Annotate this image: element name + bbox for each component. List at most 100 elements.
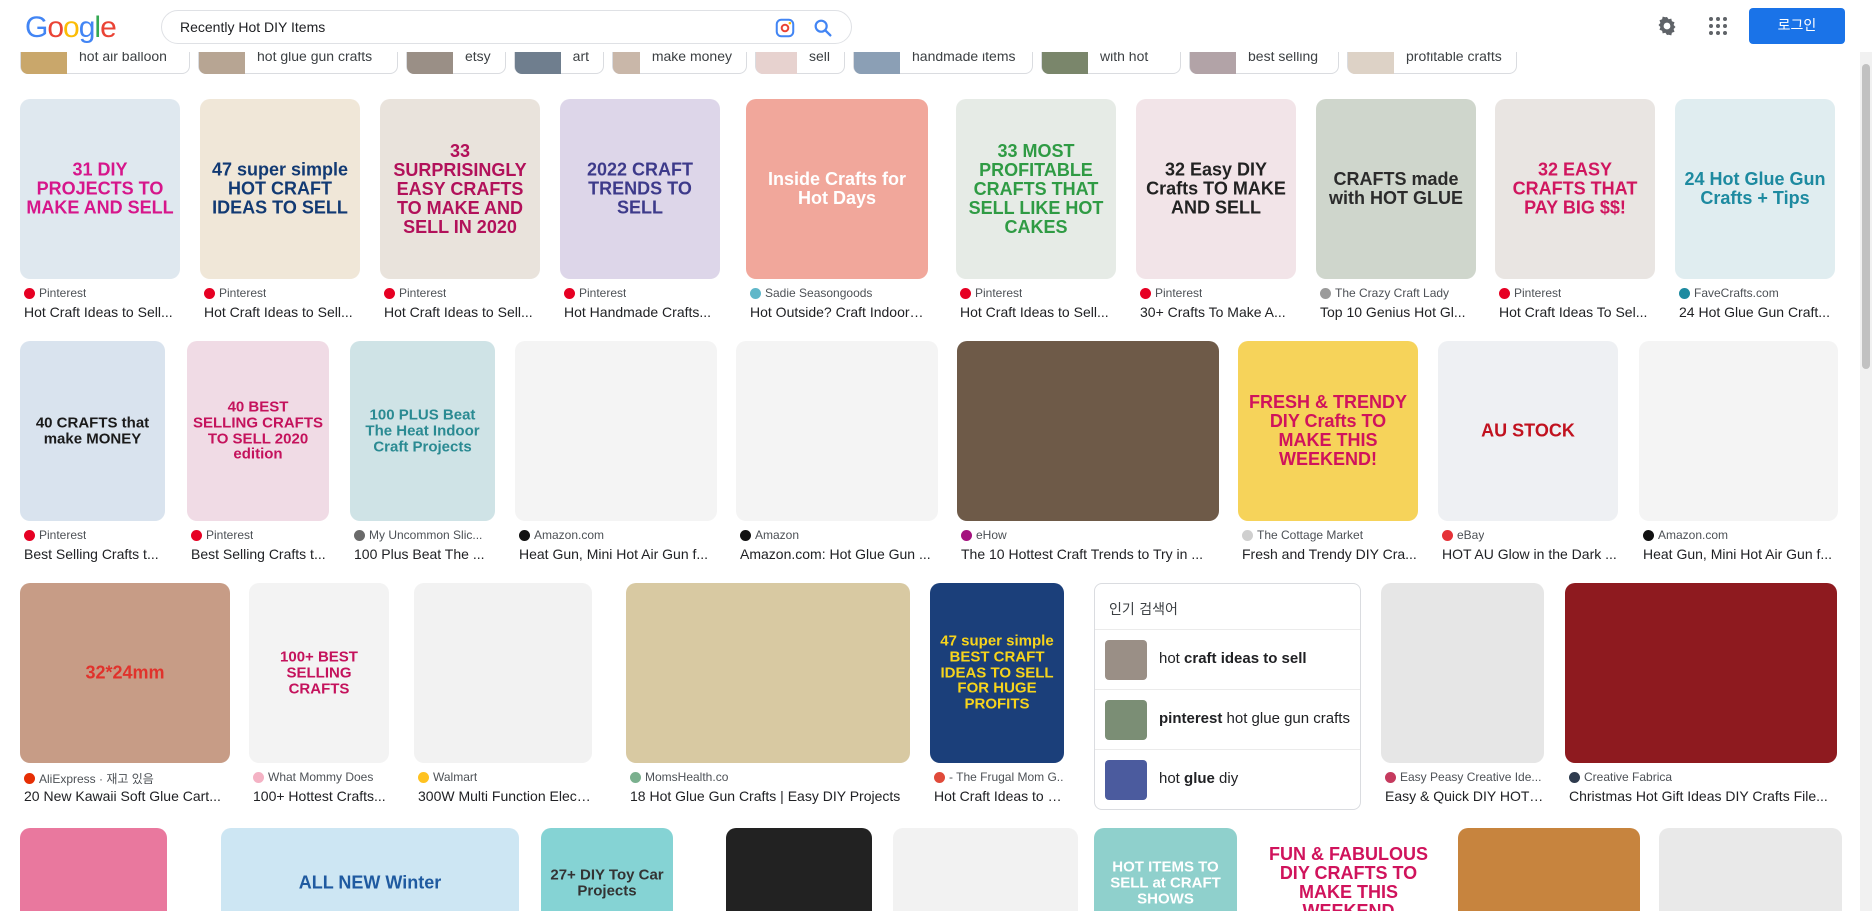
apps-grid-icon[interactable]: [1706, 14, 1730, 38]
result-caption[interactable]: The 10 Hottest Craft Trends to Try in ..…: [961, 546, 1219, 562]
image-result-card[interactable]: ALL NEW Winter: [221, 828, 519, 911]
result-thumbnail[interactable]: 47 super simple BEST CRAFT IDEAS TO SELL…: [930, 583, 1064, 763]
result-caption[interactable]: 300W Multi Function Electr...: [418, 788, 592, 804]
result-source[interactable]: Pinterest: [24, 528, 86, 542]
result-caption[interactable]: Amazon.com: Hot Glue Gun ...: [740, 546, 938, 562]
popular-search-item[interactable]: hot craft ideas to sell: [1095, 629, 1360, 689]
result-caption[interactable]: 30+ Crafts To Make A...: [1140, 304, 1296, 320]
result-source[interactable]: Easy Peasy Creative Ide...: [1385, 770, 1541, 784]
result-source[interactable]: FaveCrafts.com: [1679, 286, 1779, 300]
image-result-card[interactable]: Walmart 300W Multi Function Electr...: [414, 583, 592, 813]
result-caption[interactable]: Best Selling Crafts t...: [24, 546, 165, 562]
image-result-card[interactable]: 47 super simple BEST CRAFT IDEAS TO SELL…: [930, 583, 1064, 813]
result-thumbnail[interactable]: [1381, 583, 1544, 763]
result-caption[interactable]: Heat Gun, Mini Hot Air Gun f...: [519, 546, 717, 562]
result-caption[interactable]: Hot Craft Ideas to S...: [934, 788, 1064, 804]
result-caption[interactable]: Hot Craft Ideas to Sell...: [204, 304, 360, 320]
result-thumbnail[interactable]: 24 Hot Glue Gun Crafts + Tips: [1675, 99, 1835, 279]
image-result-card[interactable]: 31 DIY PROJECTS TO MAKE AND SELL Pinteres…: [20, 99, 180, 329]
result-thumbnail[interactable]: 40 CRAFTS that make MONEY: [20, 341, 165, 521]
login-button[interactable]: 로그인: [1749, 8, 1845, 44]
image-result-card[interactable]: eHow The 10 Hottest Craft Trends to Try i…: [957, 341, 1219, 571]
result-source[interactable]: AliExpress · 재고 있음: [24, 770, 154, 787]
image-result-card[interactable]: 33 MOST PROFITABLE CRAFTS THAT SELL LIKE…: [956, 99, 1116, 329]
result-source[interactable]: The Crazy Craft Lady: [1320, 286, 1449, 300]
result-thumbnail[interactable]: 100+ BEST SELLING CRAFTS: [249, 583, 389, 763]
image-result-card[interactable]: [1659, 828, 1842, 911]
result-thumbnail[interactable]: Inside Crafts for Hot Days: [746, 99, 928, 279]
result-thumbnail[interactable]: FUN & FABULOUS DIY CRAFTS TO MAKE THIS W…: [1259, 828, 1438, 911]
image-result-card[interactable]: MomsHealth.co 18 Hot Glue Gun Crafts | Ea…: [626, 583, 910, 813]
result-source[interactable]: Pinterest: [191, 528, 253, 542]
result-thumbnail[interactable]: 33 SURPRISINGLY EASY CRAFTS TO MAKE AND …: [380, 99, 540, 279]
image-result-card[interactable]: 32 EASY CRAFTS THAT PAY BIG $$! Pinterest…: [1495, 99, 1655, 329]
result-source[interactable]: What Mommy Does: [253, 770, 373, 784]
result-thumbnail[interactable]: AU STOCK: [1438, 341, 1618, 521]
image-result-card[interactable]: 100 PLUS Beat The Heat Indoor Craft Proj…: [350, 341, 495, 571]
search-box[interactable]: [161, 10, 852, 44]
result-caption[interactable]: Hot Craft Ideas to Sell...: [24, 304, 180, 320]
image-result-card[interactable]: Easy Peasy Creative Ide... Easy & Quick D…: [1381, 583, 1544, 813]
image-result-card[interactable]: Creative Fabrica Christmas Hot Gift Ideas…: [1565, 583, 1837, 813]
result-thumbnail[interactable]: ALL NEW Winter: [221, 828, 519, 911]
result-caption[interactable]: Christmas Hot Gift Ideas DIY Crafts File…: [1569, 788, 1837, 804]
result-thumbnail[interactable]: 27+ DIY Toy Car Projects: [541, 828, 673, 911]
image-result-card[interactable]: 40 BEST SELLING CRAFTS TO SELL 2020 edit…: [187, 341, 329, 571]
result-thumbnail[interactable]: 32 EASY CRAFTS THAT PAY BIG $$!: [1495, 99, 1655, 279]
result-source[interactable]: Pinterest: [204, 286, 266, 300]
result-caption[interactable]: Heat Gun, Mini Hot Air Gun f...: [1643, 546, 1838, 562]
result-source[interactable]: Amazon: [740, 528, 799, 542]
result-thumbnail[interactable]: 100 PLUS Beat The Heat Indoor Craft Proj…: [350, 341, 495, 521]
result-thumbnail[interactable]: CRAFTS made with HOT GLUE: [1316, 99, 1476, 279]
image-result-card[interactable]: 100+ BEST SELLING CRAFTS What Mommy Does 1…: [249, 583, 389, 813]
popular-search-item[interactable]: hot glue diy: [1095, 749, 1360, 809]
result-caption[interactable]: Fresh and Trendy DIY Cra...: [1242, 546, 1418, 562]
image-result-card[interactable]: 32*24mm AliExpress · 재고 있음 20 New Kawaii S…: [20, 583, 230, 813]
popular-search-item[interactable]: pinterest hot glue gun crafts: [1095, 689, 1360, 749]
result-thumbnail[interactable]: [957, 341, 1219, 521]
image-result-card[interactable]: CRAFTS made with HOT GLUE The Crazy Craft…: [1316, 99, 1476, 329]
result-caption[interactable]: Best Selling Crafts t...: [191, 546, 329, 562]
result-source[interactable]: Pinterest: [1140, 286, 1202, 300]
result-caption[interactable]: 100 Plus Beat The ...: [354, 546, 495, 562]
result-thumbnail[interactable]: [1565, 583, 1837, 763]
result-thumbnail[interactable]: [1458, 828, 1640, 911]
image-result-card[interactable]: [1458, 828, 1640, 911]
result-source[interactable]: Pinterest: [960, 286, 1022, 300]
image-result-card[interactable]: 32 Easy DIY Crafts TO MAKE AND SELL Pinte…: [1136, 99, 1296, 329]
image-result-card[interactable]: 2022 CRAFT TRENDS TO SELL Pinterest Hot Ha…: [560, 99, 720, 329]
search-icon[interactable]: [812, 17, 834, 39]
image-result-card[interactable]: 40 CRAFTS that make MONEY Pinterest Best S…: [20, 341, 165, 571]
image-result-card[interactable]: [726, 828, 872, 911]
result-thumbnail[interactable]: [414, 583, 592, 763]
result-source[interactable]: Pinterest: [1499, 286, 1561, 300]
result-caption[interactable]: Hot Outside? Craft Indoors ...: [750, 304, 928, 320]
result-caption[interactable]: 24 Hot Glue Gun Craft...: [1679, 304, 1835, 320]
result-thumbnail[interactable]: 40 BEST SELLING CRAFTS TO SELL 2020 edit…: [187, 341, 329, 521]
result-source[interactable]: eBay: [1442, 528, 1484, 542]
result-source[interactable]: Amazon.com: [1643, 528, 1728, 542]
result-thumbnail[interactable]: HOT ITEMS TO SELL at CRAFT SHOWS: [1094, 828, 1237, 911]
image-result-card[interactable]: Inside Crafts for Hot Days Sadie Seasongo…: [746, 99, 928, 329]
image-result-card[interactable]: FRESH & TRENDY DIY Crafts TO MAKE THIS W…: [1238, 341, 1418, 571]
image-result-card[interactable]: 24 Hot Glue Gun Crafts + Tips FaveCrafts.…: [1675, 99, 1835, 329]
result-thumbnail[interactable]: FRESH & TRENDY DIY Crafts TO MAKE THIS W…: [1238, 341, 1418, 521]
result-thumbnail[interactable]: 31 DIY PROJECTS TO MAKE AND SELL: [20, 99, 180, 279]
result-thumbnail[interactable]: [515, 341, 717, 521]
image-result-card[interactable]: 47 super simple HOT CRAFT IDEAS TO SELL P…: [200, 99, 360, 329]
result-source[interactable]: My Uncommon Slic...: [354, 528, 482, 542]
result-caption[interactable]: Hot Handmade Crafts...: [564, 304, 720, 320]
image-result-card[interactable]: [893, 828, 1078, 911]
result-thumbnail[interactable]: [20, 828, 167, 911]
image-result-card[interactable]: AU STOCK eBay HOT AU Glow in the Dark ...: [1438, 341, 1618, 571]
image-result-card[interactable]: Amazon.com Heat Gun, Mini Hot Air Gun f..…: [1639, 341, 1838, 571]
result-source[interactable]: Walmart: [418, 770, 477, 784]
result-thumbnail[interactable]: 33 MOST PROFITABLE CRAFTS THAT SELL LIKE…: [956, 99, 1116, 279]
search-input[interactable]: [180, 19, 740, 35]
result-source[interactable]: MomsHealth.co: [630, 770, 728, 784]
google-lens-icon[interactable]: [774, 17, 796, 39]
result-caption[interactable]: Hot Craft Ideas to Sell...: [960, 304, 1116, 320]
page-scrollbar[interactable]: [1860, 52, 1872, 911]
result-caption[interactable]: 18 Hot Glue Gun Crafts | Easy DIY Projec…: [630, 788, 910, 804]
result-caption[interactable]: Top 10 Genius Hot Gl...: [1320, 304, 1476, 320]
